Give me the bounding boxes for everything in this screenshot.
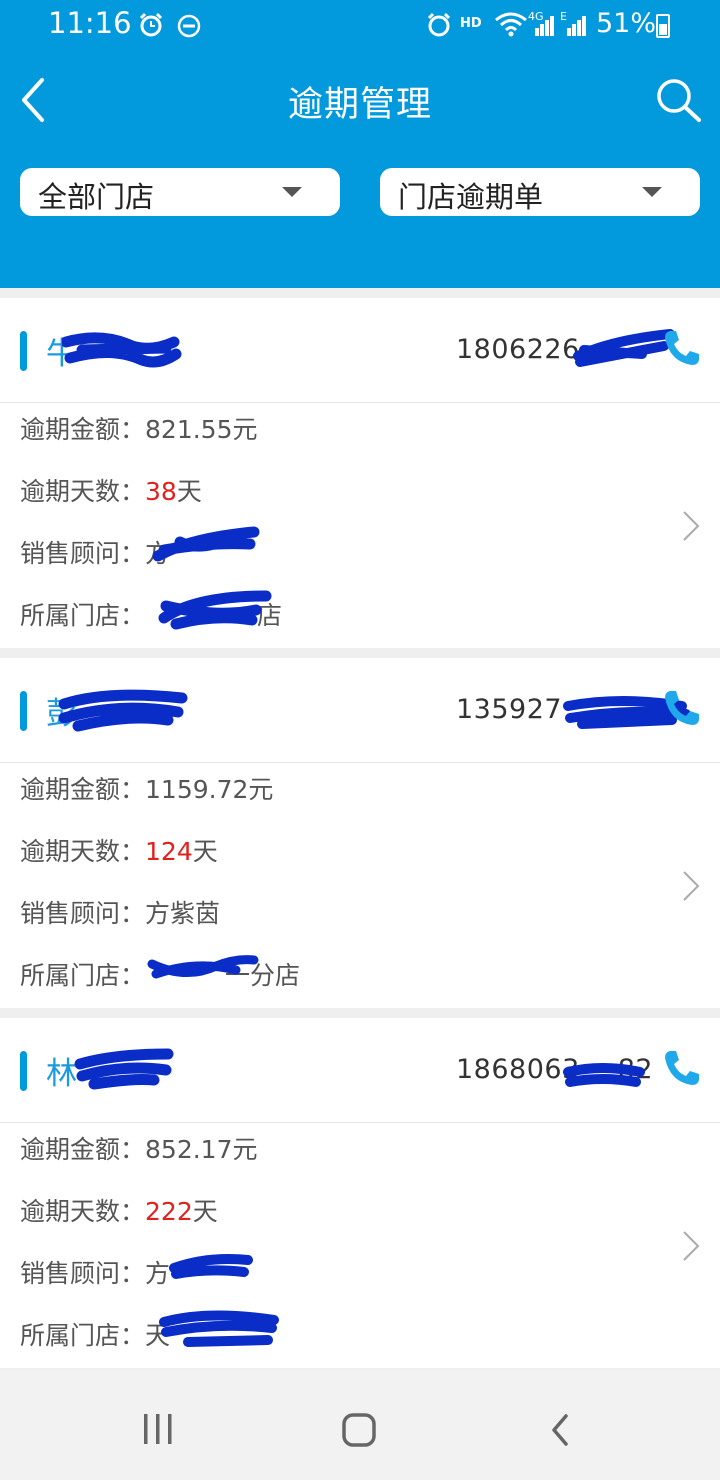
back-icon[interactable] bbox=[548, 1412, 572, 1448]
accent-bar bbox=[20, 331, 27, 371]
overdue-amount-value: 852.17元 bbox=[145, 1135, 258, 1164]
redaction-mark bbox=[158, 590, 272, 630]
phone-call-icon[interactable] bbox=[662, 1048, 702, 1088]
redaction-mark bbox=[147, 955, 259, 979]
card-header: 牛 1806226 bbox=[0, 298, 720, 403]
redaction-mark bbox=[62, 332, 182, 368]
accent-bar bbox=[20, 691, 27, 731]
overdue-record-card[interactable]: 牛 1806226 逾期金额：821.55元 逾期天数：38天 销售顾问：方 所… bbox=[0, 298, 720, 648]
overdue-days-value: 222 bbox=[145, 1197, 193, 1226]
chevron-right-icon[interactable] bbox=[682, 870, 700, 902]
customer-phone: 1806226 bbox=[456, 334, 580, 365]
redaction-mark bbox=[58, 689, 188, 732]
overdue-record-card[interactable]: 林 1868063 82 逾期金额：852.17元 逾期天数：222天 销售顾问：… bbox=[0, 1018, 720, 1368]
status-bar: 11:16 HD 4G E 51% bbox=[0, 0, 720, 52]
chevron-right-icon[interactable] bbox=[682, 510, 700, 542]
system-navigation-bar bbox=[0, 1370, 720, 1480]
overdue-days-label: 逾期天数： bbox=[20, 1197, 146, 1226]
sales-advisor-row: 销售顾问：方 bbox=[20, 534, 170, 570]
signal-icon-1 bbox=[535, 16, 554, 36]
home-icon[interactable] bbox=[341, 1412, 377, 1448]
sales-advisor-label: 销售顾问： bbox=[20, 899, 146, 928]
overdue-amount-value: 1159.72元 bbox=[145, 775, 274, 804]
signal-icon-2 bbox=[567, 16, 586, 36]
overdue-days-unit: 天 bbox=[192, 1197, 218, 1226]
overdue-amount-row: 逾期金额：821.55元 bbox=[20, 410, 258, 446]
overdue-days-label: 逾期天数： bbox=[20, 837, 146, 866]
accent-bar bbox=[20, 1051, 27, 1091]
redaction-mark bbox=[74, 1048, 174, 1090]
redaction-mark bbox=[159, 1310, 279, 1347]
overdue-days-unit: 天 bbox=[192, 837, 218, 866]
chevron-down-icon bbox=[282, 187, 302, 197]
wifi-icon bbox=[495, 12, 527, 37]
navigation-bar: 逾期管理 bbox=[0, 60, 720, 140]
chevron-down-icon bbox=[642, 187, 662, 197]
overdue-days-value: 124 bbox=[145, 837, 193, 866]
sales-advisor-label: 销售顾问： bbox=[20, 539, 146, 568]
battery-percent: 51% bbox=[596, 8, 657, 39]
store-filter-dropdown[interactable]: 全部门店 bbox=[20, 168, 340, 216]
redaction-mark bbox=[563, 1063, 645, 1087]
sales-advisor-value: 方 bbox=[145, 1259, 171, 1288]
order-type-value: 门店逾期单 bbox=[398, 180, 544, 214]
sales-advisor-row: 销售顾问：方紫茵 bbox=[20, 894, 220, 930]
hd-indicator: HD bbox=[460, 16, 482, 31]
card-header: 林 1868063 82 bbox=[0, 1018, 720, 1123]
store-filter-value: 全部门店 bbox=[38, 180, 155, 214]
sales-advisor-value: 方紫茵 bbox=[145, 899, 221, 928]
sales-advisor-row: 销售顾问：方 bbox=[20, 1254, 170, 1290]
store-label: 所属门店： bbox=[20, 1321, 146, 1350]
app-header: 11:16 HD 4G E 51% 逾期管理 全部门店 门店逾期单 bbox=[0, 0, 720, 288]
phone-call-icon[interactable] bbox=[662, 328, 702, 368]
status-time: 11:16 bbox=[48, 6, 132, 40]
overdue-days-value: 38 bbox=[145, 477, 177, 506]
battery-icon bbox=[656, 14, 670, 38]
phone-call-icon[interactable] bbox=[662, 688, 702, 728]
overdue-days-row: 逾期天数：124天 bbox=[20, 832, 218, 868]
alarm-right-icon bbox=[427, 12, 451, 37]
chevron-right-icon[interactable] bbox=[682, 1230, 700, 1262]
customer-name: 林 bbox=[46, 1056, 77, 1092]
store-label: 所属门店： bbox=[20, 961, 146, 990]
order-type-dropdown[interactable]: 门店逾期单 bbox=[380, 168, 700, 216]
overdue-days-unit: 天 bbox=[176, 477, 202, 506]
redaction-mark bbox=[152, 526, 260, 562]
store-row: 所属门店：天 bbox=[20, 1316, 170, 1352]
overdue-amount-label: 逾期金额： bbox=[20, 1135, 146, 1164]
alarm-icon bbox=[139, 12, 163, 37]
card-header: 彭 135927 bbox=[0, 658, 720, 763]
do-not-disturb-icon bbox=[177, 14, 201, 38]
recent-apps-icon[interactable] bbox=[140, 1412, 176, 1446]
overdue-amount-label: 逾期金额： bbox=[20, 415, 146, 444]
overdue-amount-label: 逾期金额： bbox=[20, 775, 146, 804]
overdue-days-label: 逾期天数： bbox=[20, 477, 146, 506]
store-label: 所属门店： bbox=[20, 601, 146, 630]
overdue-days-row: 逾期天数：38天 bbox=[20, 472, 202, 508]
overdue-amount-value: 821.55元 bbox=[145, 415, 258, 444]
search-icon[interactable] bbox=[654, 76, 702, 124]
overdue-amount-row: 逾期金额：852.17元 bbox=[20, 1130, 258, 1166]
overdue-amount-row: 逾期金额：1159.72元 bbox=[20, 770, 273, 806]
overdue-record-card[interactable]: 彭 135927 逾期金额：1159.72元 逾期天数：124天 销售顾问：方紫… bbox=[0, 658, 720, 1008]
redaction-mark bbox=[169, 1254, 253, 1279]
page-title: 逾期管理 bbox=[287, 85, 432, 125]
overdue-days-row: 逾期天数：222天 bbox=[20, 1192, 218, 1228]
customer-phone: 135927 bbox=[456, 694, 563, 725]
redaction-mark bbox=[573, 329, 675, 367]
sales-advisor-label: 销售顾问： bbox=[20, 1259, 146, 1288]
